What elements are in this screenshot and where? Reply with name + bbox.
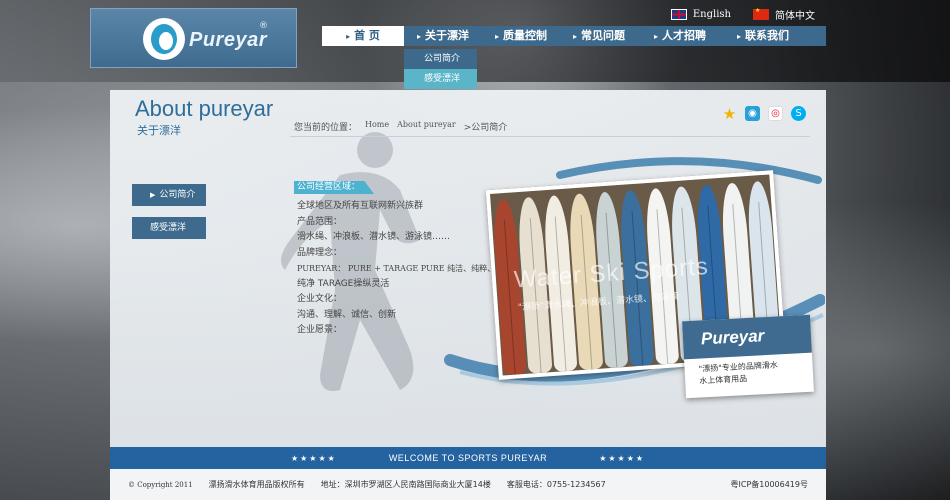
nav-faq[interactable]: ▸ 常见问题 bbox=[560, 26, 638, 46]
page-subtitle: 关于漂洋 bbox=[137, 124, 181, 137]
china-flag-icon[interactable] bbox=[753, 7, 769, 20]
main-nav: ▸ 首 页 ▸ 关于漂洋 ▸ 质量控制 ▸ 常见问题 ▸ 人才招聘 ▸ 联系我们 bbox=[322, 26, 826, 46]
footer-welcome: WELCOME TO SPORTS PUREYAR bbox=[388, 453, 548, 463]
lang-chinese-link[interactable]: 简体中文 bbox=[775, 7, 815, 22]
footer-address: 地址：深圳市罗湖区人民南路国际商业大厦14楼 bbox=[320, 480, 491, 489]
breadcrumb-label: 您当前的位置： bbox=[294, 123, 358, 133]
stars-right: ★★★★★ bbox=[599, 453, 646, 463]
nav-careers-label: 人才招聘 bbox=[662, 29, 706, 42]
arrow-right-icon: ▸ bbox=[494, 32, 499, 41]
footer-banner: ★★★★★ WELCOME TO SPORTS PUREYAR ★★★★★ bbox=[110, 447, 826, 469]
social-icons: ★ ◉ ◎ S bbox=[722, 105, 806, 123]
arrow-right-icon: ▸ bbox=[346, 32, 351, 41]
nav-contact[interactable]: ▸ 联系我们 bbox=[722, 26, 804, 46]
nav-home[interactable]: ▸ 首 页 bbox=[322, 26, 404, 46]
brand-badge: Pureyar "漂扬"专业的品牌滑水 水上体育用品 bbox=[682, 314, 814, 399]
logo-registered-mark: ® bbox=[259, 21, 268, 31]
weibo-icon[interactable]: ◎ bbox=[768, 106, 783, 121]
page-title: About pureyar bbox=[135, 96, 274, 121]
about-dropdown: 公司简介 感受漂洋 bbox=[404, 49, 477, 89]
nav-contact-label: 联系我们 bbox=[745, 29, 789, 42]
footer-owner: 漂扬滑水体育用品版权所有 bbox=[208, 480, 305, 489]
sidebar-item-label: 感受漂洋 bbox=[150, 223, 187, 233]
arrow-right-icon: ▸ bbox=[736, 32, 741, 41]
content-section-tag: 公司经营区域： bbox=[294, 181, 375, 194]
stars-left: ★★★★★ bbox=[290, 453, 337, 463]
footer-phone: 客服电话：0755-1234567 bbox=[506, 480, 606, 489]
skype-icon[interactable]: S bbox=[791, 106, 806, 121]
footer-copyright: © Copyright 2011 bbox=[128, 480, 193, 489]
favorite-star-icon[interactable]: ★ bbox=[722, 105, 737, 123]
language-switcher: English 简体中文 bbox=[670, 7, 815, 22]
uk-flag-icon[interactable] bbox=[670, 9, 687, 20]
nav-quality[interactable]: ▸ 质量控制 bbox=[482, 26, 560, 46]
lang-english-link[interactable]: English bbox=[693, 9, 731, 20]
nav-about[interactable]: ▸ 关于漂洋 bbox=[404, 26, 482, 46]
arrow-right-icon: ▸ bbox=[653, 32, 658, 41]
breadcrumb-about[interactable]: About pureyar bbox=[397, 120, 456, 133]
logo-mark-icon bbox=[143, 18, 185, 60]
site-logo[interactable]: Pureyar ® bbox=[90, 8, 297, 68]
badge-logo: Pureyar bbox=[700, 326, 765, 349]
logo-text: Pureyar bbox=[189, 29, 267, 51]
sidebar-item-label: 公司简介 bbox=[159, 190, 196, 200]
footer-icp[interactable]: 粤ICP备10006419号 bbox=[731, 479, 827, 490]
nav-quality-label: 质量控制 bbox=[503, 29, 547, 42]
dropdown-item-profile[interactable]: 公司简介 bbox=[404, 49, 477, 69]
breadcrumb-current: >公司简介 bbox=[463, 123, 508, 133]
arrow-right-icon: ▶ bbox=[150, 191, 156, 199]
qq-icon[interactable]: ◉ bbox=[745, 106, 760, 121]
arrow-right-icon: ▸ bbox=[572, 32, 577, 41]
arrow-right-icon: ▸ bbox=[416, 32, 421, 41]
nav-faq-label: 常见问题 bbox=[581, 29, 625, 42]
breadcrumb-divider bbox=[290, 136, 810, 137]
breadcrumb-home[interactable]: Home bbox=[365, 120, 389, 133]
breadcrumb: 您当前的位置： Home About pureyar >公司简介 bbox=[294, 120, 507, 133]
dropdown-item-feel[interactable]: 感受漂洋 bbox=[404, 69, 477, 89]
footer-info: © Copyright 2011 漂扬滑水体育用品版权所有 地址：深圳市罗湖区人… bbox=[110, 469, 826, 500]
sidebar-item-feel[interactable]: 感受漂洋 bbox=[132, 217, 206, 239]
nav-home-label: 首 页 bbox=[354, 29, 380, 42]
nav-about-label: 关于漂洋 bbox=[425, 29, 469, 42]
sidebar-item-profile[interactable]: ▶ 公司简介 bbox=[132, 184, 206, 206]
nav-careers[interactable]: ▸ 人才招聘 bbox=[638, 26, 722, 46]
